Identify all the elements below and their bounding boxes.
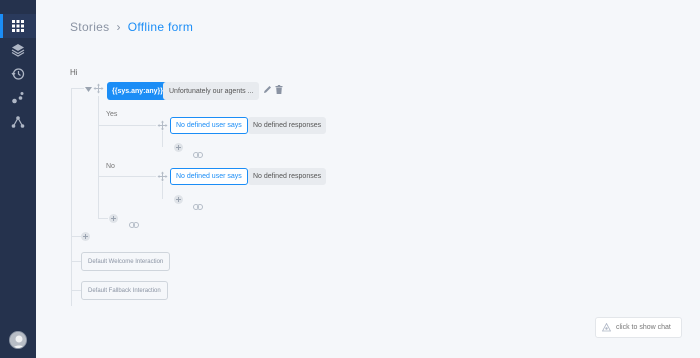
nav-entities[interactable] — [0, 86, 36, 110]
sidebar — [0, 0, 36, 358]
collapse-icon[interactable] — [84, 85, 93, 94]
add-node-icon[interactable] — [174, 143, 183, 152]
grid-icon — [12, 20, 24, 32]
add-node-icon[interactable] — [174, 195, 183, 204]
move-icon[interactable] — [157, 120, 168, 131]
nav-stories[interactable] — [0, 14, 36, 38]
tree-line-main — [71, 88, 72, 306]
root-response-chip[interactable]: Unfortunately our agents ... — [163, 82, 260, 100]
link-icon[interactable] — [129, 215, 139, 228]
move-icon[interactable] — [93, 83, 104, 94]
graph-icon — [11, 116, 25, 128]
link-icon[interactable] — [193, 145, 203, 158]
add-root-node-icon[interactable] — [81, 232, 90, 241]
chat-icon — [602, 323, 611, 332]
tree-line-story-1 — [71, 261, 81, 262]
tree-line-yes-child — [162, 131, 163, 147]
breadcrumb-root[interactable]: Stories — [70, 20, 109, 34]
user-avatar-icon — [10, 332, 26, 348]
move-icon[interactable] — [157, 171, 168, 182]
history-icon — [11, 68, 25, 80]
nav-graph[interactable] — [0, 110, 36, 134]
entities-icon — [12, 92, 24, 104]
tree-line-root — [71, 88, 84, 89]
breadcrumb-current: Offline form — [127, 20, 194, 34]
nav-layers[interactable] — [0, 38, 36, 62]
breadcrumb-separator: › — [116, 20, 121, 34]
nav-history[interactable] — [0, 62, 36, 86]
tree-line-no-child — [162, 182, 163, 199]
link-icon[interactable] — [193, 197, 203, 210]
pencil-icon[interactable] — [263, 85, 272, 94]
trash-icon[interactable] — [275, 85, 283, 94]
tree-line-branches — [98, 96, 99, 219]
add-branch-icon[interactable] — [109, 214, 118, 223]
branch-yes-user-says[interactable]: No defined user says — [170, 117, 248, 134]
branch-no-user-says[interactable]: No defined user says — [170, 168, 248, 185]
branch-label-no: No — [106, 163, 115, 170]
tree-line-root-bottom — [71, 236, 81, 237]
show-chat-label: click to show chat — [616, 324, 671, 331]
tree-line-yes — [98, 125, 156, 126]
tree-line-bottom — [98, 218, 108, 219]
branch-no-responses[interactable]: No defined responses — [248, 168, 327, 185]
story-welcome-interaction[interactable]: Default Welcome Interaction — [81, 252, 171, 271]
branch-label-yes: Yes — [106, 111, 118, 118]
avatar[interactable] — [9, 331, 27, 349]
layers-icon — [11, 44, 25, 57]
tree-line-story-2 — [71, 290, 81, 291]
branch-yes-responses[interactable]: No defined responses — [248, 117, 327, 134]
show-chat-button[interactable]: click to show chat — [595, 317, 682, 338]
story-intent-title: Hi — [70, 68, 78, 77]
story-fallback-interaction[interactable]: Default Fallback Interaction — [81, 281, 168, 300]
breadcrumb: Stories › Offline form — [70, 20, 193, 34]
tree-line-no — [98, 176, 156, 177]
root-condition-chip[interactable]: {{sys.any:any}} — [107, 82, 168, 100]
